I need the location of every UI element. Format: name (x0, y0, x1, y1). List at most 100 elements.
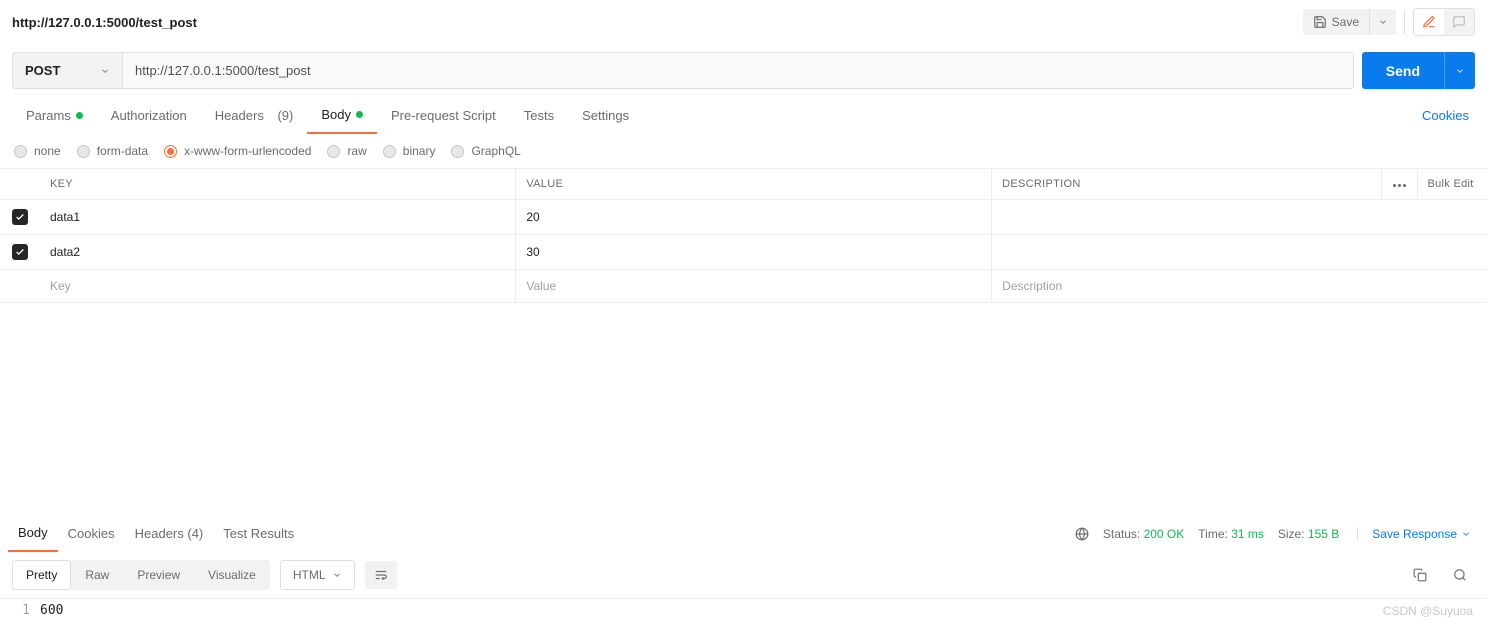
radio-icon (327, 145, 340, 158)
tab-settings[interactable]: Settings (568, 98, 643, 133)
resp-tab-headers-count: (4) (187, 526, 203, 541)
row-key[interactable]: data2 (40, 235, 516, 270)
radio-icon (451, 145, 464, 158)
bulk-edit-button[interactable]: Bulk Edit (1417, 169, 1487, 200)
divider (1404, 10, 1405, 34)
row-checkbox[interactable] (12, 244, 28, 260)
row-value[interactable]: 30 (516, 235, 992, 270)
resp-view-raw[interactable]: Raw (71, 560, 123, 590)
size-label: Size: 155 B (1278, 527, 1339, 541)
cookies-link[interactable]: Cookies (1416, 98, 1475, 133)
body-type-xwww[interactable]: x-www-form-urlencoded (164, 144, 311, 158)
header-value: VALUE (516, 169, 992, 200)
send-options-caret[interactable] (1444, 52, 1475, 89)
radio-selected-icon (164, 145, 177, 158)
save-options-caret[interactable] (1369, 9, 1396, 35)
resp-view-pretty[interactable]: Pretty (12, 560, 71, 590)
time-label: Time: 31 ms (1198, 527, 1264, 541)
header-key: KEY (40, 169, 516, 200)
save-button[interactable]: Save (1303, 9, 1369, 35)
line-number: 1 (0, 599, 40, 622)
pencil-icon (1422, 15, 1436, 29)
resp-tab-cookies[interactable]: Cookies (58, 516, 125, 551)
copy-icon (1413, 568, 1427, 582)
header-checkbox-col (0, 169, 40, 200)
request-title: http://127.0.0.1:5000/test_post (12, 15, 1303, 30)
tab-tests[interactable]: Tests (510, 98, 568, 133)
row-description[interactable] (992, 235, 1487, 270)
check-icon (15, 247, 25, 257)
radio-icon (77, 145, 90, 158)
tab-params-label: Params (26, 108, 71, 123)
body-indicator-dot (356, 111, 363, 118)
resp-tab-test-results[interactable]: Test Results (213, 516, 304, 551)
row-checkbox[interactable] (12, 209, 28, 225)
body-kv-table: KEY VALUE DESCRIPTION Bulk Edit data1 20… (0, 168, 1487, 303)
comment-icon (1452, 15, 1466, 29)
method-select[interactable]: POST (12, 52, 122, 89)
copy-button[interactable] (1405, 562, 1435, 588)
row-key[interactable]: data1 (40, 200, 516, 235)
tab-authorization[interactable]: Authorization (97, 98, 201, 133)
body-type-none[interactable]: none (14, 144, 61, 158)
resp-view-visualize[interactable]: Visualize (194, 560, 270, 590)
row-checkbox-empty[interactable] (0, 270, 40, 303)
chevron-down-icon (332, 570, 342, 580)
body-type-formdata-label: form-data (97, 144, 148, 158)
tab-body[interactable]: Body (307, 97, 377, 134)
table-row: data1 20 (0, 200, 1487, 235)
row-value[interactable]: 20 (516, 200, 992, 235)
body-type-binary[interactable]: binary (383, 144, 436, 158)
time-value: 31 ms (1231, 527, 1264, 541)
method-label: POST (25, 63, 60, 78)
save-label: Save (1332, 15, 1359, 29)
line-content: 600 (40, 599, 1487, 622)
header-description: DESCRIPTION (992, 169, 1381, 200)
watermark: CSDN @Suyuoa (1383, 604, 1473, 618)
save-icon (1313, 15, 1327, 29)
resp-lang-label: HTML (293, 568, 326, 582)
resp-view-toggle: Pretty Raw Preview Visualize (12, 560, 270, 590)
body-type-formdata[interactable]: form-data (77, 144, 148, 158)
row-description-placeholder[interactable]: Description (992, 270, 1487, 303)
status-label: Status: 200 OK (1103, 527, 1184, 541)
size-value: 155 B (1308, 527, 1339, 541)
body-type-binary-label: binary (403, 144, 436, 158)
send-button[interactable]: Send (1362, 52, 1444, 89)
response-body[interactable]: 1 600 (0, 598, 1487, 622)
save-response-label: Save Response (1372, 527, 1457, 541)
search-icon (1453, 568, 1467, 582)
resp-lang-select[interactable]: HTML (280, 560, 355, 590)
row-value-placeholder[interactable]: Value (516, 270, 992, 303)
body-type-graphql-label: GraphQL (471, 144, 520, 158)
url-input[interactable]: http://127.0.0.1:5000/test_post (122, 52, 1354, 89)
status-value: 200 OK (1144, 527, 1185, 541)
view-toggle-group (1413, 8, 1475, 36)
radio-icon (14, 145, 27, 158)
table-row: data2 30 (0, 235, 1487, 270)
globe-icon[interactable] (1075, 527, 1089, 541)
tab-params[interactable]: Params (12, 98, 97, 133)
tab-headers[interactable]: Headers (9) (201, 98, 308, 133)
resp-tab-headers-label: Headers (135, 526, 184, 541)
params-indicator-dot (76, 112, 83, 119)
tab-prerequest[interactable]: Pre-request Script (377, 98, 510, 133)
row-description[interactable] (992, 200, 1487, 235)
chevron-down-icon (1455, 66, 1465, 76)
row-key-placeholder[interactable]: Key (40, 270, 516, 303)
comment-button[interactable] (1444, 9, 1474, 35)
body-type-graphql[interactable]: GraphQL (451, 144, 520, 158)
body-type-raw[interactable]: raw (327, 144, 366, 158)
edit-button[interactable] (1414, 9, 1444, 35)
body-type-raw-label: raw (347, 144, 366, 158)
tab-headers-label: Headers (215, 108, 264, 123)
wrap-lines-button[interactable] (365, 561, 397, 589)
resp-tab-headers[interactable]: Headers (4) (125, 516, 214, 551)
resp-tab-body[interactable]: Body (8, 515, 58, 552)
resp-view-preview[interactable]: Preview (123, 560, 194, 590)
wrap-icon (374, 568, 388, 582)
save-response-button[interactable]: Save Response (1357, 527, 1471, 541)
header-more[interactable] (1381, 169, 1417, 200)
search-response-button[interactable] (1445, 562, 1475, 588)
save-button-group: Save (1303, 9, 1396, 35)
